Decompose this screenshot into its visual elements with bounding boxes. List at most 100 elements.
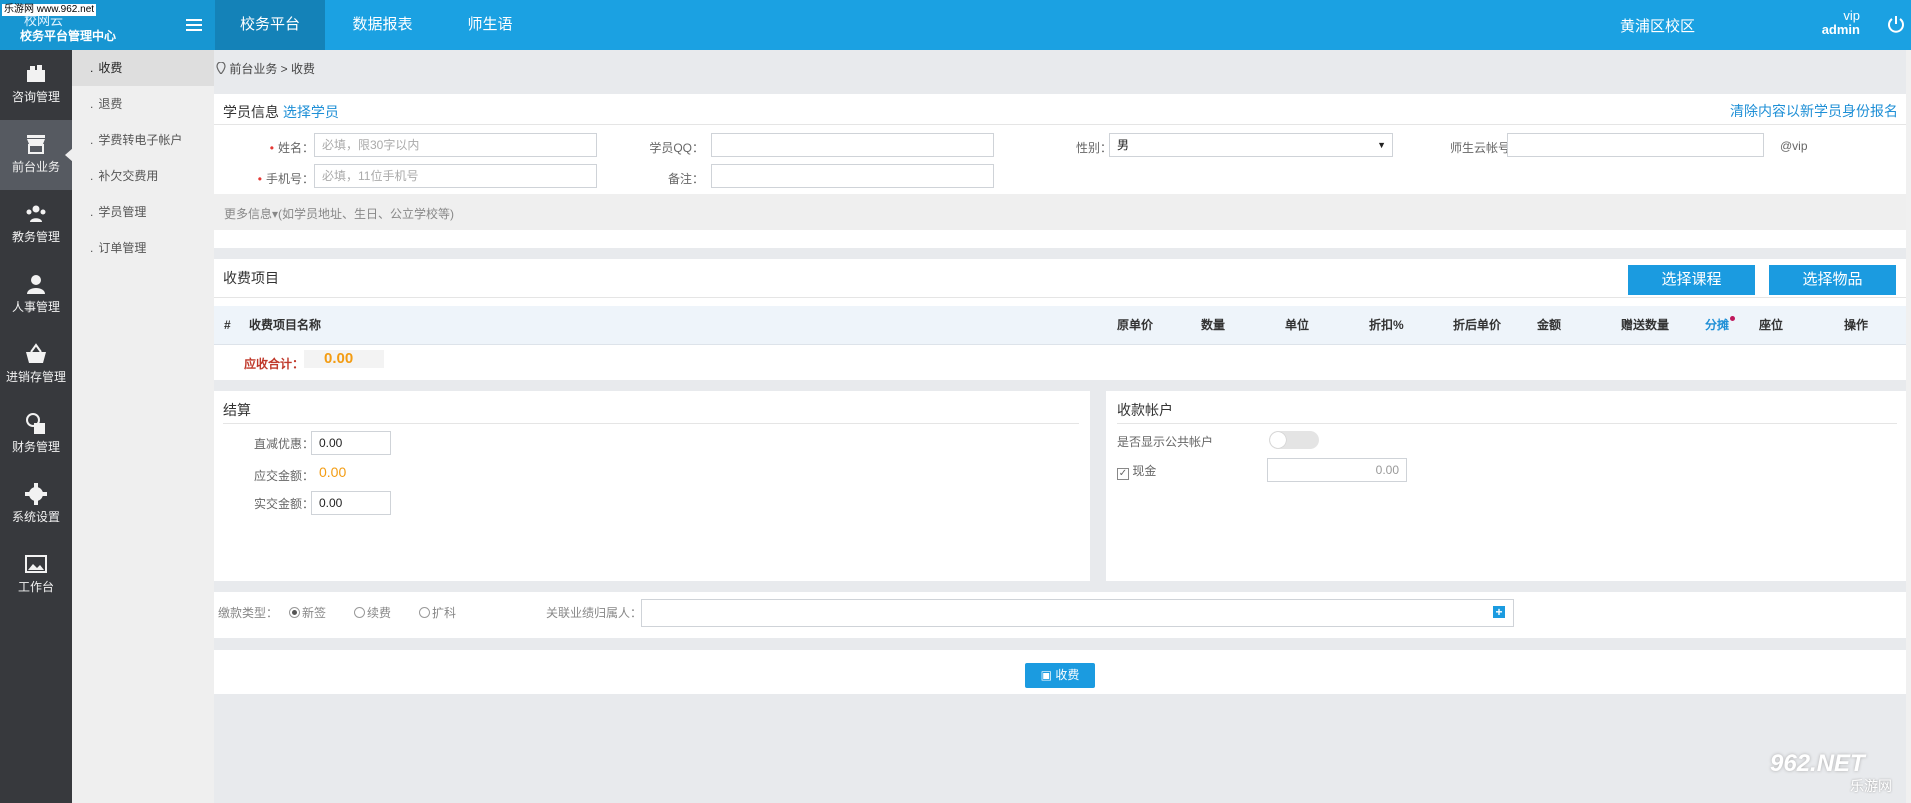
radio-renew[interactable]: 续费	[354, 604, 391, 621]
col-unit-price: 原单价	[1117, 318, 1154, 332]
breadcrumb-text: 前台业务 > 收费	[229, 62, 316, 76]
nav-consult[interactable]: 咨询管理	[0, 50, 72, 120]
col-allocation[interactable]: 分摊	[1705, 306, 1729, 344]
red-dot-indicator	[1730, 316, 1735, 321]
nav-label: 工作台	[17, 580, 54, 594]
save-icon: ▣	[1040, 668, 1052, 682]
submenu-item-orders[interactable]: . 订单管理	[72, 230, 214, 266]
divider	[1117, 423, 1897, 424]
radio-unchecked-icon	[354, 607, 365, 618]
nav-label: 教务管理	[11, 230, 60, 244]
submenu-item-arrears[interactable]: . 补欠交费用	[72, 158, 214, 194]
top-bar: 校网云 校务平台管理中心 乐游网 www.962.net 校务平台 数据报表 师…	[0, 0, 1911, 50]
person-icon	[27, 275, 45, 294]
logo-bottom-text: 乐游网	[1850, 778, 1892, 794]
settlement-title: 结算	[223, 402, 251, 418]
select-goods-button[interactable]: 选择物品	[1769, 265, 1896, 295]
location-pin-icon	[216, 61, 226, 75]
storefront-icon	[27, 135, 45, 154]
sidebar-toggle-icon[interactable]	[186, 19, 202, 31]
nav-front-desk[interactable]: 前台业务	[0, 120, 73, 190]
fee-items-panel: 收费项目 选择课程 选择物品 # 收费项目名称 原单价 数量 单位 折扣% 折后…	[214, 259, 1906, 380]
nav-label: 咨询管理	[11, 90, 60, 104]
col-gift-qty: 赠送数量	[1621, 318, 1670, 332]
divider	[214, 124, 1906, 125]
nav-label: 前台业务	[11, 160, 60, 174]
user-info[interactable]: vip admin	[1818, 9, 1860, 37]
nav-hr[interactable]: 人事管理	[0, 260, 72, 330]
fee-items-title: 收费项目	[223, 270, 279, 286]
submenu-item-refund[interactable]: . 退费	[72, 86, 214, 122]
public-account-toggle[interactable]	[1269, 431, 1319, 449]
nav-inventory[interactable]: 进销存管理	[0, 330, 72, 400]
total-label: 应收合计：	[244, 357, 305, 371]
user-level: vip	[1843, 8, 1860, 23]
submenu-item-students[interactable]: . 学员管理	[72, 194, 214, 230]
breadcrumb: 前台业务 > 收费	[216, 60, 315, 77]
related-person-input[interactable]	[641, 599, 1514, 627]
name-label: • 姓名：	[269, 141, 314, 155]
add-icon[interactable]: +	[1493, 606, 1505, 618]
select-student-link[interactable]: 选择学员	[283, 104, 339, 120]
qq-label: 学员QQ：	[649, 141, 704, 155]
related-person-label: 关联业绩归属人：	[546, 606, 643, 620]
paid-label: 实交金额：	[253, 497, 314, 511]
payable-label: 应交金额：	[253, 469, 314, 483]
radio-extend[interactable]: 扩科	[419, 604, 456, 621]
more-info-toggle[interactable]: 更多信息▾(如学员地址、生日、公立学校等)	[224, 205, 454, 222]
submenu-item-transfer[interactable]: . 学费转电子帐户	[72, 122, 214, 158]
col-discounted-price: 折后单价	[1453, 318, 1502, 332]
page-scrollbar[interactable]	[1906, 50, 1911, 803]
nav-finance[interactable]: 财务管理	[0, 400, 72, 470]
cash-option[interactable]: ✓ 现金	[1117, 462, 1156, 480]
divider	[214, 297, 1906, 298]
logo-top-text: 962.NET	[1770, 750, 1865, 777]
gender-select[interactable]: 男 ▼	[1109, 133, 1393, 157]
clear-new-student-link[interactable]: 清除内容以新学员身份报名	[1730, 101, 1898, 121]
nav-label: 人事管理	[11, 300, 60, 314]
submit-fee-button[interactable]: ▣ 收费	[1025, 663, 1095, 688]
tab-campus-platform[interactable]: 校务平台	[215, 0, 325, 50]
paid-input[interactable]: 0.00	[311, 491, 391, 515]
discount-label: 直减优惠：	[253, 437, 314, 451]
phone-input[interactable]: 必填，11位手机号	[314, 164, 597, 188]
remark-label: 备注：	[667, 172, 704, 186]
nav-settings[interactable]: 系统设置	[0, 470, 72, 540]
col-discount: 折扣%	[1369, 318, 1404, 332]
payable-value: 0.00	[319, 464, 347, 480]
fee-table-header: # 收费项目名称 原单价 数量 单位 折扣% 折后单价 金额 赠送数量 分摊 座…	[214, 306, 1906, 345]
radio-new[interactable]: 新签	[289, 604, 326, 621]
power-icon[interactable]	[1886, 14, 1906, 34]
nav-label: 财务管理	[11, 440, 60, 454]
submit-panel: ▣ 收费	[214, 650, 1906, 694]
cloud-account-label: 师生云帐号：	[1449, 141, 1522, 155]
col-index: #	[224, 318, 231, 332]
tab-teacher-student[interactable]: 师生语	[440, 0, 540, 50]
user-name: admin	[1821, 22, 1860, 37]
col-amount: 金额	[1537, 318, 1562, 332]
campus-name[interactable]: 黄浦区校区	[1620, 0, 1695, 54]
cloud-suffix: @vip	[1780, 139, 1808, 153]
settlement-panel: 结算 直减优惠： 0.00 应交金额： 0.00 实交金额： 0.00	[214, 391, 1090, 581]
nav-label: 系统设置	[11, 510, 60, 524]
tab-data-report[interactable]: 数据报表	[325, 0, 440, 50]
image-icon	[25, 555, 47, 573]
cash-amount-input[interactable]: 0.00	[1267, 458, 1407, 482]
select-course-button[interactable]: 选择课程	[1628, 265, 1755, 295]
nav-academic[interactable]: 教务管理	[0, 190, 72, 260]
cloud-account-input[interactable]	[1507, 133, 1764, 157]
phone-label: • 手机号：	[257, 172, 314, 186]
col-quantity: 数量	[1201, 318, 1226, 332]
qq-input[interactable]	[711, 133, 994, 157]
nav-workbench[interactable]: 工作台	[0, 540, 72, 610]
col-unit: 单位	[1285, 318, 1310, 332]
submenu-item-fee[interactable]: . 收费	[72, 50, 214, 86]
col-item-name: 收费项目名称	[249, 318, 322, 332]
dropdown-arrow-icon: ▼	[1377, 140, 1386, 150]
name-input[interactable]: 必填，限30字以内	[314, 133, 597, 157]
nav-label: 进销存管理	[5, 370, 66, 384]
discount-input[interactable]: 0.00	[311, 431, 391, 455]
watermark: 乐游网 www.962.net	[2, 4, 97, 16]
col-seat: 座位	[1759, 318, 1784, 332]
remark-input[interactable]	[711, 164, 994, 188]
